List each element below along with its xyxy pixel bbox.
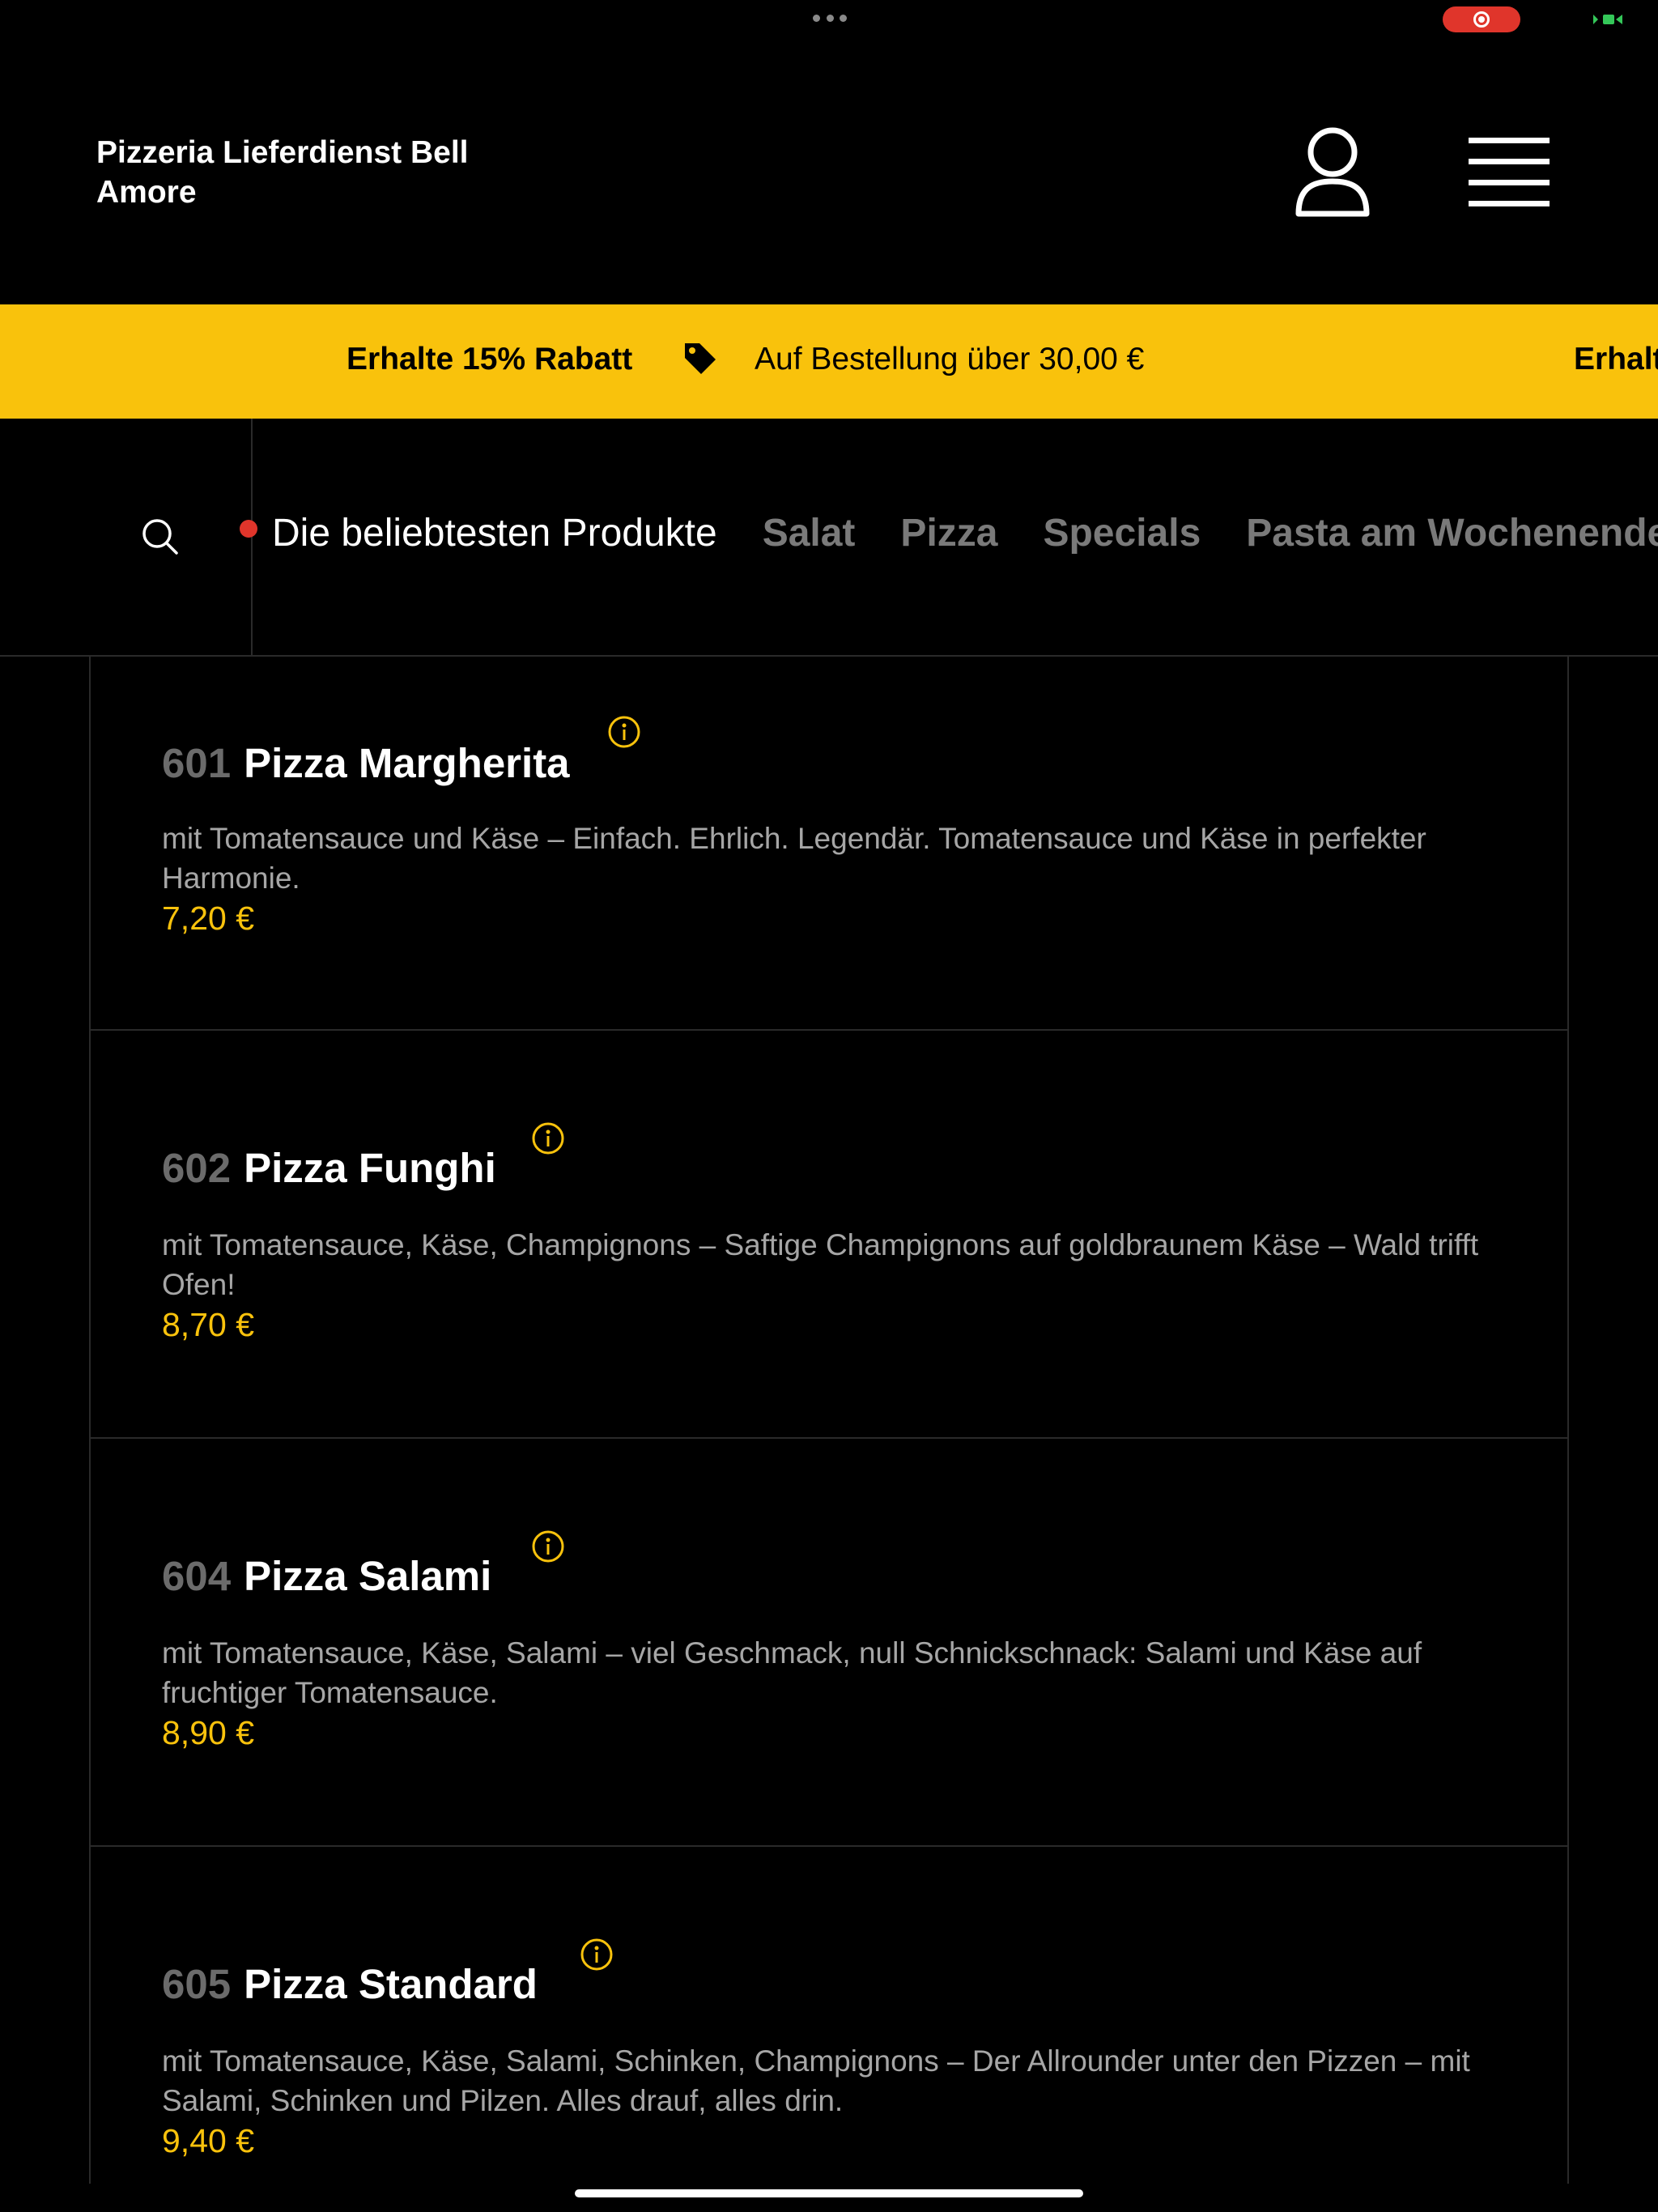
product-name: Pizza Salami: [244, 1553, 492, 1599]
product-price: 8,70 €: [162, 1306, 254, 1343]
product-description: mit Tomatensauce und Käse – Einfach. Ehr…: [162, 822, 1426, 895]
product-name: Pizza Funghi: [244, 1145, 496, 1191]
product-number: 604: [162, 1553, 232, 1599]
product-number: 601: [162, 740, 232, 786]
product-number: 605: [162, 1961, 232, 2007]
product-card[interactable]: 604 Pizza Salami mit Tomatensauce, Käse,…: [91, 1439, 1567, 1847]
product-name: Pizza Margherita: [244, 740, 570, 786]
product-card[interactable]: 601 Pizza Margherita mit Tomatensauce un…: [91, 657, 1567, 1031]
promo-banner: Erhalte 15% Rabatt Auf Bestellung über 3…: [0, 304, 1658, 419]
product-price: 9,40 €: [162, 2122, 254, 2159]
product-price: 8,90 €: [162, 1714, 254, 1751]
product-description: mit Tomatensauce, Käse, Salami – viel Ge…: [162, 1636, 1422, 1709]
tab-salat[interactable]: Salat: [763, 511, 856, 555]
info-icon[interactable]: [580, 1938, 614, 1972]
product-list: 601 Pizza Margherita mit Tomatensauce un…: [89, 657, 1569, 2184]
category-indicator-dot: [240, 520, 257, 538]
product-card[interactable]: 605 Pizza Standard mit Tomatensauce, Käs…: [91, 1847, 1567, 2184]
tab-popular-products[interactable]: Die beliebtesten Produkte: [272, 511, 717, 555]
product-name: Pizza Standard: [244, 1961, 538, 2007]
product-title-row: 602 Pizza Funghi: [162, 1144, 496, 1192]
promo-discount-text-repeat: Erhalte: [1574, 342, 1658, 376]
product-title-row: 604 Pizza Salami: [162, 1552, 491, 1600]
user-icon[interactable]: [1292, 125, 1373, 219]
multitasking-dots[interactable]: [813, 15, 847, 23]
record-icon: [1473, 11, 1490, 28]
product-description: mit Tomatensauce, Käse, Salami, Schinken…: [162, 2044, 1470, 2117]
tag-icon: [685, 343, 716, 374]
product-card[interactable]: 602 Pizza Funghi mit Tomatensauce, Käse,…: [91, 1031, 1567, 1439]
tab-pasta-weekend[interactable]: Pasta am Wochenende: [1246, 511, 1658, 555]
home-indicator[interactable]: [575, 2189, 1083, 2197]
search-icon[interactable]: [141, 517, 180, 556]
tab-pizza[interactable]: Pizza: [900, 511, 997, 555]
info-icon[interactable]: [607, 715, 641, 749]
info-icon[interactable]: [531, 1121, 565, 1155]
tab-specials[interactable]: Specials: [1043, 511, 1201, 555]
camera-in-use-icon: [1593, 15, 1622, 24]
category-tabs: Die beliebtesten Produkte Salat Pizza Sp…: [272, 511, 1658, 555]
restaurant-name[interactable]: Pizzeria Lieferdienst Bell Amore: [96, 133, 517, 212]
product-number: 602: [162, 1145, 232, 1191]
hamburger-menu-icon[interactable]: [1469, 136, 1550, 207]
screen-recording-indicator[interactable]: [1443, 6, 1520, 32]
promo-discount-text: Erhalte 15% Rabatt: [346, 342, 633, 376]
info-icon[interactable]: [531, 1529, 565, 1563]
product-title-row: 605 Pizza Standard: [162, 1960, 538, 2008]
product-title-row: 601 Pizza Margherita: [162, 739, 570, 787]
category-nav: Die beliebtesten Produkte Salat Pizza Sp…: [0, 419, 1658, 657]
promo-condition-text: Auf Bestellung über 30,00 €: [755, 342, 1145, 376]
product-price: 7,20 €: [162, 900, 254, 937]
nav-divider: [251, 419, 253, 655]
product-description: mit Tomatensauce, Käse, Champignons – Sa…: [162, 1228, 1479, 1301]
